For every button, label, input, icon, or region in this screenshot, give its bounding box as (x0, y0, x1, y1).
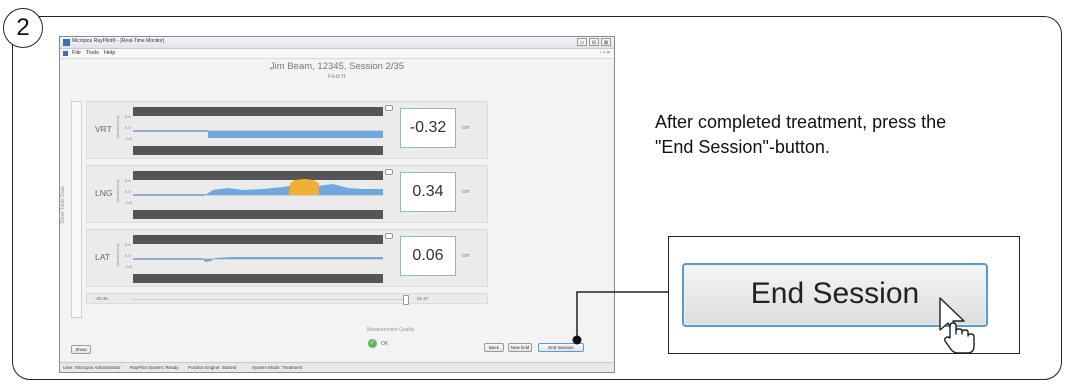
lat-upper-band (133, 235, 383, 244)
lat-value-box: 0.06 (400, 236, 456, 276)
lat-unit-label: Deviation [cm] (116, 243, 120, 266)
vrt-panel: VRT Deviation [cm] 0.5 0.0 -0.5 -0.32 cm (86, 101, 488, 159)
show-table-data-tab[interactable]: Show Table Data (60, 101, 82, 318)
timeline-slider[interactable]: -00:30 01:47 (86, 293, 488, 305)
lng-tick-bottom: -0.5 (125, 200, 132, 205)
status-engine: Position Engine: Started (188, 365, 237, 370)
lat-panel: LAT Deviation [cm] 0.5 0.0 -0.5 0.06 cm (86, 229, 488, 287)
lng-tick-mid: 0.0 (125, 189, 131, 194)
timeline-thumb[interactable] (403, 295, 409, 305)
measurement-quality-label: Measurement Quality (367, 327, 415, 333)
lat-value-unit: cm (462, 253, 470, 259)
minimize-button[interactable]: ▭ (577, 38, 587, 46)
status-mode: System Mode: Treatment (252, 365, 303, 370)
vrt-signal-area (208, 131, 383, 138)
menu-help[interactable]: Help (104, 50, 115, 56)
close-window-button[interactable]: ⊠ (601, 38, 611, 46)
lat-tick-bottom: -0.5 (125, 264, 132, 269)
vrt-lower-band (133, 146, 383, 155)
check-icon: ✓ (368, 339, 377, 348)
lng-tick-top: 0.5 (125, 178, 131, 183)
maximize-button[interactable]: ⊟ (589, 38, 599, 46)
vrt-chart-handle[interactable] (385, 105, 393, 111)
timeline-track (131, 299, 405, 300)
lng-value-box: 0.34 (400, 172, 456, 212)
vrt-value-unit: cm (462, 125, 470, 131)
raypilot-window: Micropos RayPilot® - [Real-Time Monitor]… (59, 36, 615, 373)
vrt-tick-mid: 0.0 (125, 125, 131, 130)
lng-lower-band (133, 210, 383, 219)
new-field-button[interactable]: New field (508, 343, 532, 352)
pointer-hand (944, 322, 975, 354)
vrt-upper-band (133, 107, 383, 116)
lat-axis-label: LAT (95, 252, 110, 262)
hand-pointer-icon (939, 297, 975, 354)
instruction-text: After completed treatment, press the "En… (655, 110, 1055, 160)
lng-chart-handle[interactable] (385, 169, 393, 175)
title-bar: Micropos RayPilot® - [Real-Time Monitor]… (60, 37, 614, 49)
patient-session-title: Jim Beam, 12345, Session 2/35 (269, 61, 405, 72)
menu-bar: File Tools Help - ▫ × (60, 49, 614, 59)
vrt-tick-bottom: -0.5 (125, 136, 132, 141)
timeline-end-label: 01:47 (417, 296, 429, 301)
lat-signal-area (203, 257, 383, 262)
lat-tick-mid: 0.0 (125, 253, 131, 258)
app-icon (63, 39, 70, 46)
lng-upper-band (133, 171, 383, 180)
lng-out-of-tolerance-area (289, 179, 319, 195)
show-button[interactable]: Show (71, 345, 91, 354)
lng-value-unit: cm (462, 189, 470, 195)
side-tab-label: Show Table Data (59, 186, 66, 224)
lng-unit-label: Deviation [cm] (116, 179, 120, 202)
lat-deviation-chart (133, 235, 383, 283)
instruction-line-2: "End Session"-button. (655, 137, 830, 157)
instruction-line-1: After completed treatment, press the (655, 112, 947, 132)
menu-tools[interactable]: Tools (86, 50, 99, 56)
connector-dot (572, 335, 582, 345)
vrt-value-box: -0.32 (400, 108, 456, 148)
back-button[interactable]: Back (484, 343, 504, 352)
lat-tick-top: 0.5 (125, 242, 131, 247)
vrt-unit-label: Deviation [cm] (116, 115, 120, 138)
window-title: Micropos RayPilot® - [Real-Time Monitor] (72, 38, 165, 44)
vrt-axis-label: VRT (95, 124, 112, 134)
vrt-deviation-chart (133, 107, 383, 155)
callout-connector (572, 291, 668, 345)
lng-axis-label: LNG (95, 188, 113, 198)
lat-lower-band (133, 274, 383, 283)
mdi-window-controls[interactable]: - ▫ × (600, 50, 610, 56)
menu-file[interactable]: File (72, 50, 81, 56)
measurement-quality-status: OK (381, 341, 389, 347)
lng-panel: LNG Deviation [cm] 0.5 0.0 -0.5 0.34 cm (86, 165, 488, 223)
status-system: RayPilot System: Ready (130, 365, 179, 370)
timeline-start-label: -00:30 (95, 296, 108, 301)
lat-chart-handle[interactable] (385, 233, 393, 239)
status-bar: User: Micropos Administrator RayPilot Sy… (60, 362, 614, 372)
connector-line (576, 291, 668, 340)
field-label: Field f1 (327, 74, 347, 80)
vrt-tick-top: 0.5 (125, 114, 131, 119)
menu-app-icon (63, 51, 68, 56)
lng-deviation-chart (133, 171, 383, 219)
step-number-badge: 2 (3, 8, 43, 48)
status-user: User: Micropos Administrator (63, 365, 121, 370)
